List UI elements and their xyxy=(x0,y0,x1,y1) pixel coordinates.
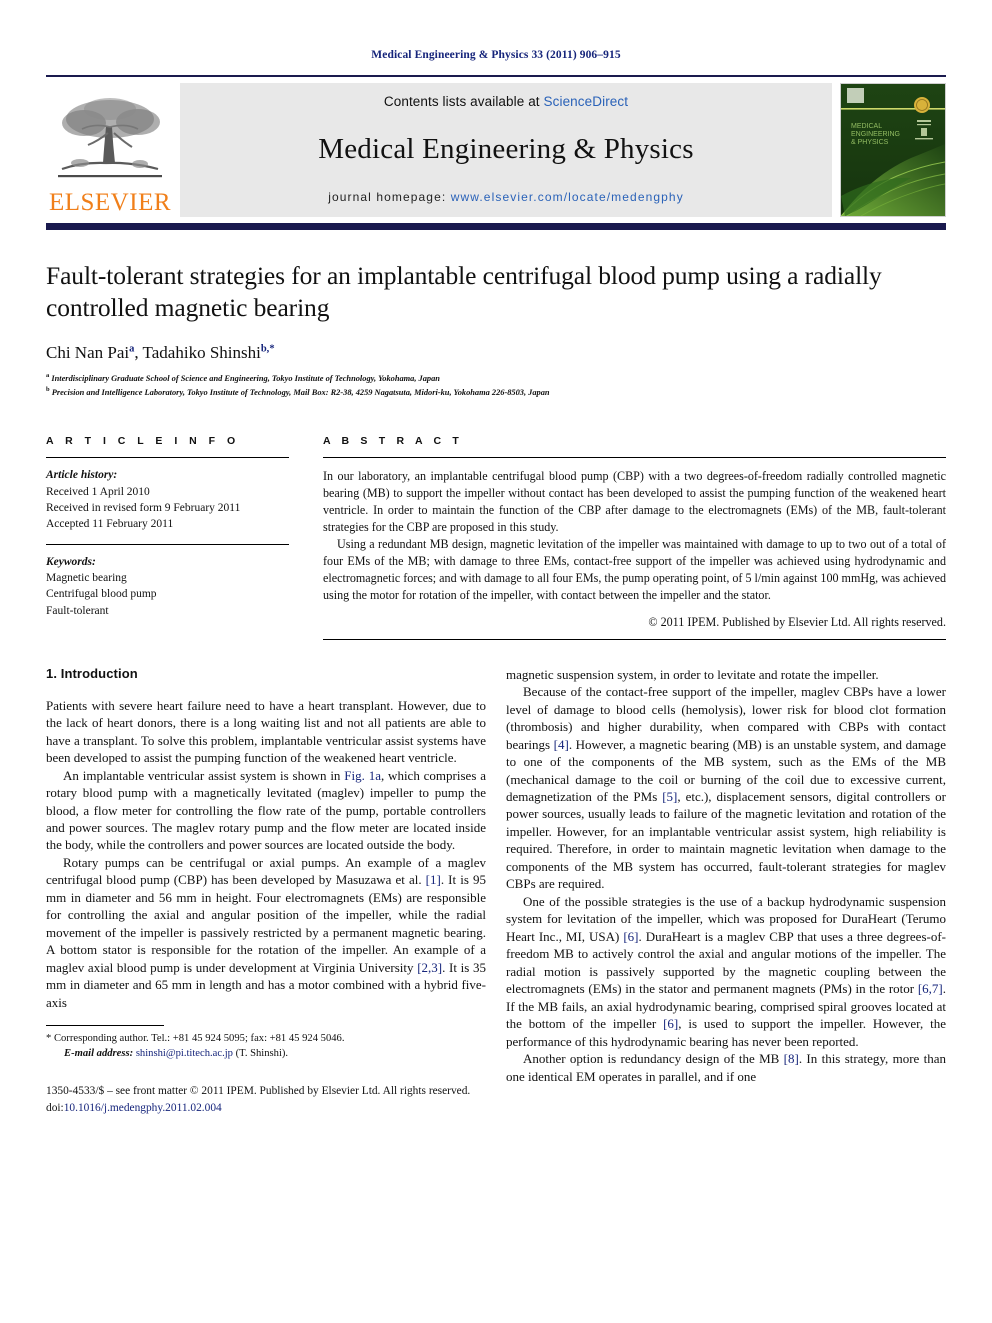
body-column-right: magnetic suspension system, in order to … xyxy=(506,666,946,1117)
contents-list-prefix: Contents lists available at xyxy=(383,94,544,109)
journal-homepage-line: journal homepage: www.elsevier.com/locat… xyxy=(328,190,684,204)
svg-text:MEDICAL: MEDICAL xyxy=(851,123,882,130)
affiliations: a Interdisciplinary Graduate School of S… xyxy=(46,371,946,399)
elsevier-wordmark: ELSEVIER xyxy=(48,189,172,216)
doi-line: doi:10.1016/j.medengphy.2011.02.004 xyxy=(46,1100,486,1117)
footnote-block: * Corresponding author. Tel.: +81 45 924… xyxy=(46,1031,486,1061)
affiliation-a: a Interdisciplinary Graduate School of S… xyxy=(46,372,440,384)
email-label: E-mail address: xyxy=(64,1048,134,1060)
contents-list-line: Contents lists available at ScienceDirec… xyxy=(384,94,628,109)
body-paragraph: magnetic suspension system, in order to … xyxy=(506,666,879,682)
info-abstract-block: A R T I C L E I N F O Article history: R… xyxy=(46,435,946,640)
masthead-bottom-rule xyxy=(46,223,946,230)
article-info-column: A R T I C L E I N F O Article history: R… xyxy=(46,435,289,639)
keyword-item: Magnetic bearing xyxy=(46,571,127,584)
article-info-rule-top xyxy=(46,457,289,459)
journal-title: Medical Engineering & Physics xyxy=(318,133,694,165)
author-list: Chi Nan Paia, Tadahiko Shinshib,* xyxy=(46,343,275,363)
corresponding-author-note: * Corresponding author. Tel.: +81 45 924… xyxy=(46,1033,345,1045)
history-item: Received in revised form 9 February 2011 xyxy=(46,501,241,514)
abstract-rule-bottom xyxy=(323,638,946,640)
body-paragraph: Rotary pumps can be centrifugal or axial… xyxy=(46,854,486,1010)
body-paragraph: One of the possible strategies is the us… xyxy=(506,893,946,1049)
keyword-item: Fault-tolerant xyxy=(46,604,109,617)
body-paragraph: Because of the contact-free support of t… xyxy=(506,684,946,892)
doi-label: doi: xyxy=(46,1101,64,1114)
footnote-rule xyxy=(46,1025,164,1027)
keywords-block: Keywords: Magnetic bearing Centrifugal b… xyxy=(46,554,289,619)
homepage-label: journal homepage: xyxy=(328,190,451,204)
article-body: 1. Introduction Patients with severe hea… xyxy=(46,666,946,1117)
keyword-item: Centrifugal blood pump xyxy=(46,588,157,601)
abstract-paragraph: In our laboratory, an implantable centri… xyxy=(323,469,946,534)
abstract-rule-top xyxy=(323,457,946,459)
svg-text:ENGINEERING: ENGINEERING xyxy=(851,131,900,138)
sciencedirect-link[interactable]: ScienceDirect xyxy=(544,94,629,109)
journal-masthead: ELSEVIER Contents lists available at Sci… xyxy=(46,75,946,217)
affiliation-a-text: Interdisciplinary Graduate School of Sci… xyxy=(51,374,440,384)
section-heading-introduction: 1. Introduction xyxy=(46,665,138,681)
keywords-label: Keywords: xyxy=(46,555,96,568)
elsevier-logo: ELSEVIER xyxy=(46,83,174,217)
abstract-copyright: © 2011 IPEM. Published by Elsevier Ltd. … xyxy=(648,614,946,629)
homepage-url-link[interactable]: www.elsevier.com/locate/medengphy xyxy=(451,190,684,204)
article-history-label: Article history: xyxy=(46,469,118,482)
affiliation-b-text: Precision and Intelligence Laboratory, T… xyxy=(51,388,550,398)
abstract-paragraph: Using a redundant MB design, magnetic le… xyxy=(323,536,946,602)
body-paragraph: Patients with severe heart failure need … xyxy=(46,697,486,766)
journal-article-page: Medical Engineering & Physics 33 (2011) … xyxy=(0,0,992,1323)
abstract-column: A B S T R A C T In our laboratory, an im… xyxy=(323,435,946,640)
article-history: Article history: Received 1 April 2010 R… xyxy=(46,467,289,532)
running-head: Medical Engineering & Physics 33 (2011) … xyxy=(371,49,621,61)
front-matter-line: 1350-4533/$ – see front matter © 2011 IP… xyxy=(46,1085,471,1098)
article-title: Fault-tolerant strategies for an implant… xyxy=(46,261,882,323)
email-link[interactable]: shinshi@pi.titech.ac.jp xyxy=(136,1048,233,1059)
body-column-left: 1. Introduction Patients with severe hea… xyxy=(46,666,486,1117)
history-item: Accepted 11 February 2011 xyxy=(46,518,174,531)
body-paragraph: An implantable ventricular assist system… xyxy=(46,767,486,853)
abstract-body: In our laboratory, an implantable centri… xyxy=(323,468,946,603)
article-info-heading: A R T I C L E I N F O xyxy=(46,435,240,448)
email-note: E-mail address: shinshi@pi.titech.ac.jp … xyxy=(46,1046,486,1061)
doi-link[interactable]: 10.1016/j.medengphy.2011.02.004 xyxy=(64,1102,222,1114)
history-item: Received 1 April 2010 xyxy=(46,485,150,498)
email-suffix: (T. Shinshi). xyxy=(232,1048,289,1060)
affiliation-b: b Precision and Intelligence Laboratory,… xyxy=(46,386,550,398)
front-matter-block: 1350-4533/$ – see front matter © 2011 IP… xyxy=(46,1083,486,1116)
abstract-heading: A B S T R A C T xyxy=(323,435,463,448)
article-info-rule-mid xyxy=(46,543,289,545)
body-paragraph: Another option is redundancy design of t… xyxy=(506,1051,947,1084)
journal-banner: Contents lists available at ScienceDirec… xyxy=(180,83,832,217)
journal-cover-thumbnail: MEDICAL ENGINEERING & PHYSICS xyxy=(840,83,946,217)
elsevier-tree-icon xyxy=(54,93,166,189)
svg-text:& PHYSICS: & PHYSICS xyxy=(851,139,889,146)
